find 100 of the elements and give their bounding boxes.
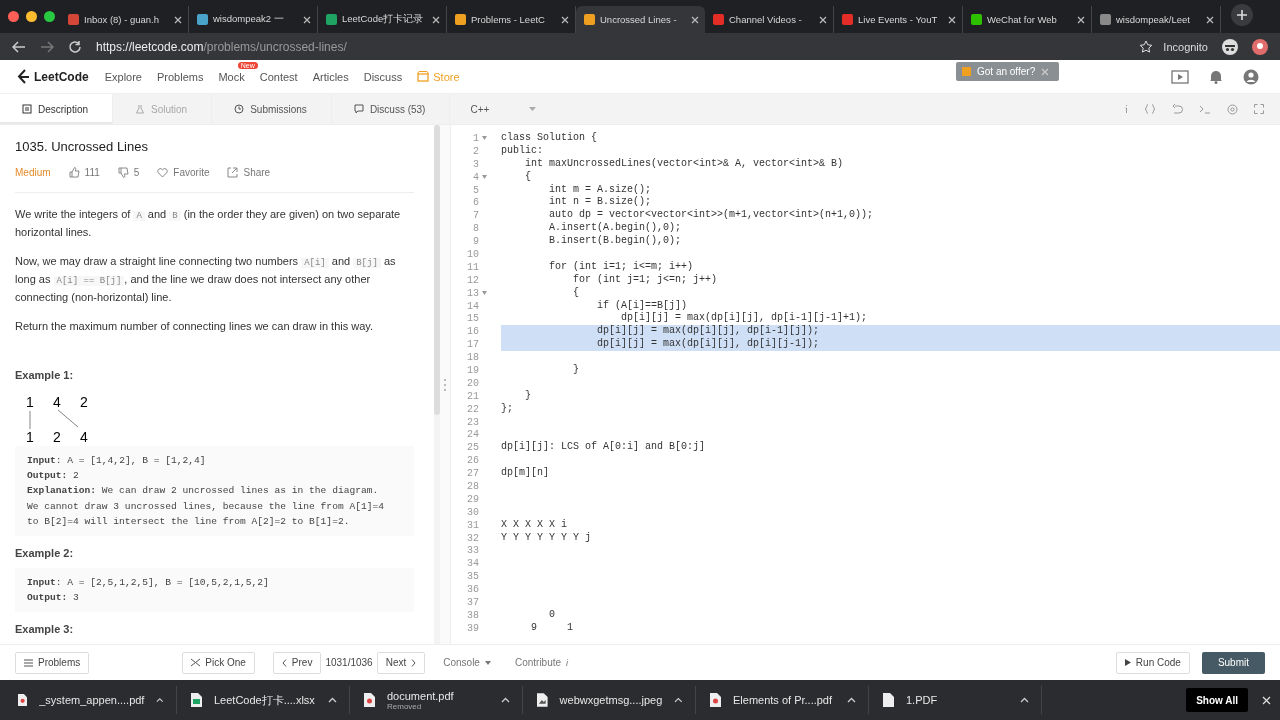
new-tab-icon[interactable] bbox=[1231, 4, 1253, 26]
line-number: 9 bbox=[473, 236, 479, 248]
info-icon[interactable] bbox=[1124, 104, 1128, 114]
caret-icon bbox=[529, 107, 537, 111]
show-all-button[interactable]: Show All bbox=[1186, 688, 1248, 712]
chevron-up-icon[interactable] bbox=[156, 697, 164, 703]
chevron-up-icon[interactable] bbox=[847, 697, 856, 703]
share-button[interactable]: Share bbox=[227, 167, 271, 178]
run-code-button[interactable]: Run Code bbox=[1115, 651, 1190, 674]
scrollbar-thumb[interactable] bbox=[434, 125, 440, 415]
pick-one-button[interactable]: Pick One bbox=[182, 651, 255, 674]
fold-arrow-icon[interactable] bbox=[482, 136, 487, 141]
offer-text: Got an offer? bbox=[977, 66, 1036, 77]
download-file-name: webwxgetmsg....jpeg bbox=[559, 694, 663, 706]
console-button[interactable]: Console bbox=[437, 656, 497, 669]
file-icon bbox=[364, 693, 375, 707]
logo-icon[interactable] bbox=[16, 68, 30, 85]
code-line: } bbox=[524, 389, 531, 401]
minimize-window-icon[interactable] bbox=[26, 11, 37, 22]
code-line: int maxUncrossedLines(vector<int>& A, vector<int>& B) bbox=[524, 157, 844, 169]
address-bar[interactable]: https://leetcode.com/problems/uncrossed-lines/ bbox=[96, 39, 1126, 54]
panel-tab[interactable]: Submissions bbox=[212, 94, 332, 124]
fold-arrow-icon[interactable] bbox=[482, 291, 487, 296]
site-icon bbox=[1100, 14, 1111, 25]
reload-icon[interactable] bbox=[68, 39, 82, 54]
download-item[interactable]: webwxgetmsg....jpeg bbox=[531, 686, 696, 714]
language-select[interactable]: C++ bbox=[450, 94, 547, 124]
dislike-button[interactable]: 5 bbox=[117, 167, 140, 178]
site-icon bbox=[455, 14, 466, 25]
chevron-up-icon[interactable] bbox=[674, 697, 683, 703]
favorite-button[interactable]: Favorite bbox=[157, 167, 210, 178]
nav-link[interactable]: Contest bbox=[259, 70, 298, 83]
description-paragraph: Return the maximum number of connecting lines we can draw in this way. bbox=[15, 319, 375, 334]
flask-icon bbox=[135, 104, 146, 114]
forward-icon[interactable] bbox=[40, 39, 54, 54]
close-icon[interactable] bbox=[561, 15, 569, 24]
chevron-up-icon[interactable] bbox=[501, 697, 510, 703]
bookmark-star-icon[interactable] bbox=[1139, 39, 1154, 54]
terminal-icon[interactable] bbox=[1199, 104, 1211, 114]
line-number: 22 bbox=[467, 403, 479, 415]
next-button[interactable]: Next bbox=[376, 651, 426, 674]
fold-arrow-icon[interactable] bbox=[482, 175, 487, 180]
incognito-icon[interactable] bbox=[1222, 38, 1238, 55]
line-number: 13 bbox=[467, 287, 479, 299]
play-screen-icon[interactable] bbox=[1171, 69, 1189, 84]
site-icon bbox=[197, 14, 208, 25]
download-item[interactable]: 1.PDF bbox=[877, 686, 1042, 714]
user-avatar-icon[interactable] bbox=[1243, 68, 1259, 85]
zoom-window-icon[interactable] bbox=[44, 11, 55, 22]
nav-link[interactable]: Mock bbox=[218, 70, 245, 83]
line-number: 6 bbox=[473, 197, 479, 209]
close-icon[interactable] bbox=[174, 15, 182, 24]
line-number: 12 bbox=[467, 274, 479, 286]
notification-bell-icon[interactable] bbox=[1209, 69, 1223, 84]
line-number: 33 bbox=[467, 545, 479, 557]
like-button[interactable]: 111 bbox=[68, 167, 100, 178]
close-icon[interactable] bbox=[303, 15, 311, 24]
download-item[interactable]: document.pdf Removed bbox=[358, 686, 523, 714]
browser-tab[interactable]: Uncrossed Lines - bbox=[576, 6, 705, 33]
line-number: 27 bbox=[467, 468, 479, 480]
close-icon[interactable] bbox=[1077, 15, 1085, 24]
back-icon[interactable] bbox=[12, 39, 26, 54]
nav-link[interactable]: Discuss bbox=[363, 70, 403, 83]
code-line: } bbox=[572, 364, 579, 376]
submit-button[interactable]: Submit bbox=[1201, 651, 1265, 674]
nav-link[interactable]: Articles bbox=[312, 70, 349, 83]
list-icon bbox=[24, 658, 33, 667]
close-icon[interactable] bbox=[1206, 15, 1214, 24]
close-icon[interactable] bbox=[1262, 695, 1271, 705]
code-line: 0 bbox=[548, 608, 555, 620]
close-icon[interactable] bbox=[948, 15, 956, 24]
code-line: { bbox=[524, 170, 531, 182]
prev-button[interactable]: Prev bbox=[272, 651, 322, 674]
close-window-icon[interactable] bbox=[8, 11, 19, 22]
nav-link[interactable]: Explore bbox=[104, 70, 142, 83]
line-number: 16 bbox=[467, 326, 479, 338]
close-icon[interactable] bbox=[432, 15, 440, 24]
panel-tab[interactable]: Description bbox=[0, 94, 114, 124]
panel-tab[interactable]: Discuss (53) bbox=[331, 94, 451, 124]
example-heading: Example 3: bbox=[15, 623, 75, 636]
download-item[interactable]: Elements of Pr....pdf bbox=[704, 686, 869, 714]
close-icon[interactable] bbox=[691, 15, 699, 24]
chevron-up-icon[interactable] bbox=[328, 697, 337, 703]
site-logo[interactable]: LeetCode bbox=[34, 69, 89, 84]
line-number: 21 bbox=[467, 390, 479, 402]
nav-link[interactable]: Problems bbox=[157, 70, 204, 83]
example-line: We cannot draw 3 uncrossed lines, because the line from A[1]=4 bbox=[27, 499, 385, 514]
chevron-up-icon[interactable] bbox=[1020, 697, 1029, 703]
fullscreen-icon[interactable] bbox=[1254, 104, 1264, 114]
download-file-name: document.pdf bbox=[387, 689, 455, 702]
caret-icon bbox=[484, 660, 491, 665]
account-icon[interactable] bbox=[1252, 38, 1268, 55]
download-item[interactable]: LeetCode打卡....xlsx bbox=[185, 686, 350, 714]
play-icon bbox=[1124, 659, 1131, 666]
problems-button[interactable]: Problems bbox=[15, 651, 90, 674]
download-item[interactable]: _system_appen....pdf bbox=[12, 686, 177, 714]
reset-icon[interactable] bbox=[1172, 104, 1183, 114]
close-icon[interactable] bbox=[819, 15, 827, 24]
difficulty-label: Medium bbox=[15, 167, 51, 178]
contribute-button[interactable]: Contribute i bbox=[508, 656, 575, 669]
